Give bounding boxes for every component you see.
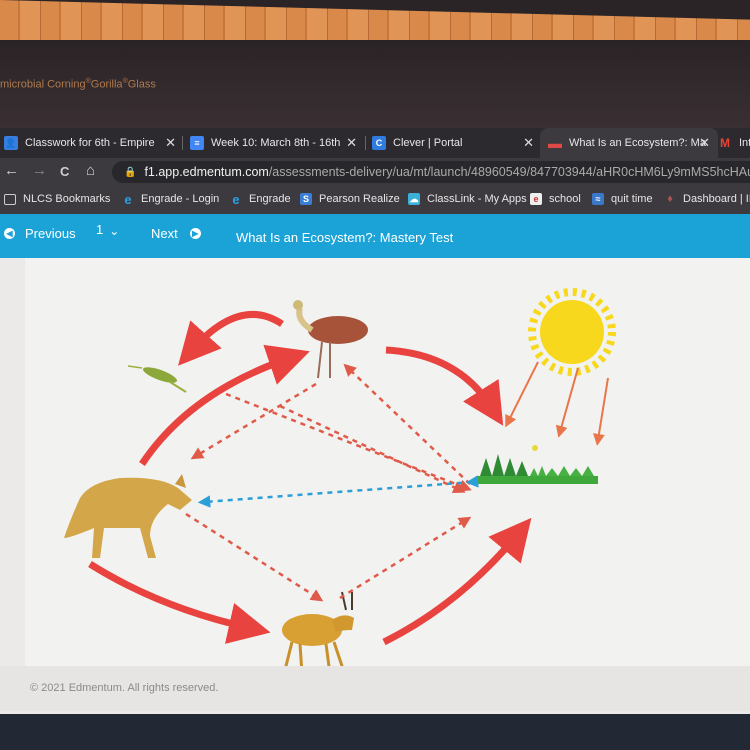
bookmark-label: Pearson Realize [319,193,400,205]
sunlight-arrow [505,361,539,428]
sunlight-arrow [593,377,609,446]
tab-gmail[interactable]: M Int [718,128,750,158]
tab-label: What Is an Ecosystem?: Ma [569,137,706,149]
bookmark-pearson[interactable]: S Pearson Realize [300,193,400,205]
bookmark-dashboard[interactable]: ♦ Dashboard | INO [664,193,750,205]
dotted-arrow [339,516,472,600]
edmentum-icon: ▬ [548,135,562,151]
browser-tab-bar: 👤 Classwork for 6th - Empire ✕ ≡ Week 10… [0,128,750,158]
chevron-down-icon: ⌄ [109,224,120,238]
bookmark-quit-time[interactable]: ≈ quit time [592,193,653,205]
tab-week-10[interactable]: ≡ Week 10: March 8th - 16th ✕ [190,128,365,158]
copyright-text: © 2021 Edmentum. All rights reserved. [30,682,219,694]
laptop-lower-bezel [0,714,750,750]
bookmark-label: quit time [611,193,653,205]
bookmark-label: Dashboard | INO [683,193,750,205]
gmail-icon: M [720,136,730,150]
tab-label: Int [739,137,750,149]
energy-arrow-bird-to-grasshopper [178,310,284,366]
bezel-label: microbial Corning®Gorilla®Glass [0,78,156,91]
bookmark-nlcs[interactable]: NLCS Bookmarks [4,193,110,205]
dotted-arrow [185,512,324,602]
grass-producer [476,445,598,484]
sun [528,288,616,376]
previous-label: Previous [25,226,76,241]
bustard-bird [293,300,368,379]
classlink-icon: ☁ [408,193,420,205]
page-footer: © 2021 Edmentum. All rights reserved. [0,666,750,711]
next-label: Next [151,226,178,241]
close-icon[interactable]: ✕ [165,135,176,151]
tab-clever[interactable]: C Clever | Portal ✕ [372,128,542,158]
previous-button[interactable]: ◀ Previous [4,226,76,241]
tab-label: Classwork for 6th - Empire [25,137,155,149]
bookmark-label: ClassLink - My Apps [427,193,527,205]
google-classroom-icon: 👤 [4,136,18,150]
browser-toolbar: ← → C ⌂ 🔒 f1.app.edmentum.com/assessment… [0,158,750,186]
sun-body [540,300,604,364]
bookmark-label: Engrade - Login [141,193,220,205]
address-bar[interactable]: 🔒 f1.app.edmentum.com/assessments-delive… [112,161,750,183]
sunlight-arrow [555,367,579,438]
bookmark-label: NLCS Bookmarks [23,193,111,205]
tab-label: Clever | Portal [393,137,463,149]
reload-icon[interactable]: C [60,164,69,179]
clever-icon: C [372,136,386,150]
tab-label: Week 10: March 8th - 16th [211,137,341,149]
bookmark-classlink[interactable]: ☁ ClassLink - My Apps [408,193,527,205]
next-button[interactable]: Next ▶ [151,226,201,241]
pearson-icon: S [300,193,312,205]
bookmarks-bar: NLCS Bookmarks e Engrade - Login e Engrade… [0,186,750,214]
energy-arrow-antelope-to-grass [382,517,532,646]
url-path: /assessments-delivery/ua/mt/launch/48960… [268,165,750,179]
edge-icon: e [124,191,132,207]
back-icon[interactable]: ← [4,162,19,179]
arrow-left-circle-icon: ◀ [4,228,15,239]
bookmark-label: Engrade [249,193,291,205]
ecosystem-diagram [64,288,616,666]
dotted-arrow [225,392,472,492]
grasshopper [127,365,187,393]
jackal [64,474,192,558]
google-docs-icon: ≡ [190,136,204,150]
close-icon[interactable]: ✕ [523,135,534,151]
decomposer-arrow [197,475,479,508]
tab-divider [182,136,183,150]
page-title: What Is an Ecosystem?: Mastery Test [236,230,454,245]
energy-arrow-jackal-to-antelope [88,561,271,644]
close-icon[interactable]: ✕ [699,135,710,151]
question-number: 1 [96,221,104,237]
energy-arrow-bird-to-grass [385,346,504,426]
bookmark-engrade[interactable]: e Engrade [230,191,291,207]
close-icon[interactable]: ✕ [346,135,357,151]
home-icon[interactable]: ⌂ [86,162,95,179]
tab-ecosystem-active[interactable]: ▬ What Is an Ecosystem?: Ma ✕ [540,128,718,158]
tab-classwork[interactable]: 👤 Classwork for 6th - Empire ✕ [4,128,184,158]
lock-icon: 🔒 [124,166,137,178]
question-selector[interactable]: 1 ⌄ [96,220,120,239]
bookmark-engrade-login[interactable]: e Engrade - Login [122,191,220,207]
arrow-right-circle-icon: ▶ [189,228,201,239]
location-icon: ♦ [667,193,673,205]
quit-time-icon: ≈ [592,193,604,205]
bookmark-label: school [549,193,581,205]
bookmark-school[interactable]: e school [530,193,581,205]
folder-icon [4,193,16,205]
school-icon: e [530,193,542,205]
antelope [282,591,354,666]
url-host: f1.app.edmentum.com [144,165,269,179]
forward-icon[interactable]: → [32,162,47,179]
tab-divider [365,136,366,150]
assessment-page: ◀ Previous 1 ⌄ Next ▶ What Is an Ecosyst… [0,214,750,714]
assessment-header: ◀ Previous 1 ⌄ Next ▶ What Is an Ecosyst… [0,214,750,258]
edge-icon: e [232,191,240,207]
